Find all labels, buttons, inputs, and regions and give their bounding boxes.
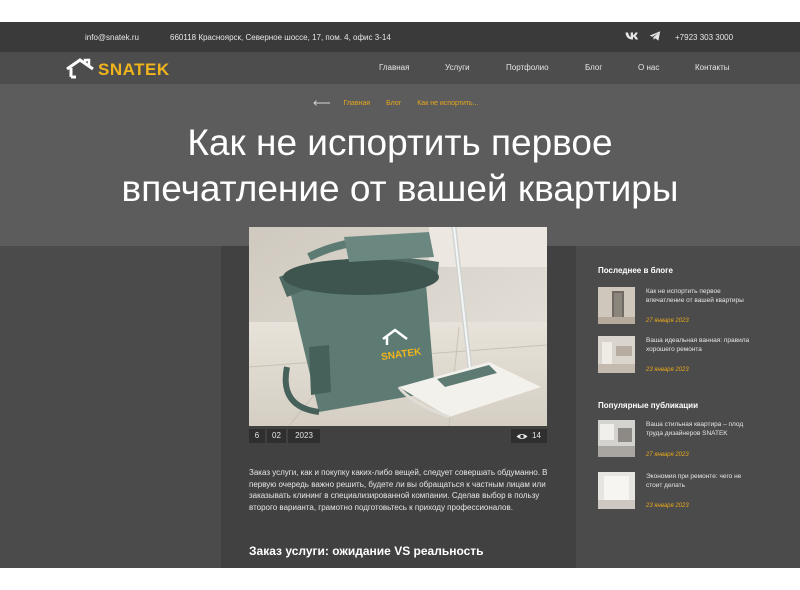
post-thumbnail[interactable] [598,420,635,457]
post-title[interactable]: Ваша идеальная ванная: правила хорошего … [646,336,750,354]
post-date: 23 января 2023 [646,503,689,509]
post-title[interactable]: Как не испортить первое впечатление от в… [646,287,750,305]
phone-link[interactable]: +7923 303 3000 [675,33,733,42]
post-title[interactable]: Экономия при ремонте: чего не стоит дела… [646,472,750,490]
nav-item-contacts[interactable]: Контакты [695,63,730,72]
nav-item-about[interactable]: О нас [638,63,659,72]
date-month: 02 [267,429,286,443]
email-link[interactable]: info@snatek.ru [85,33,139,42]
article-image: SNATEK [249,227,547,426]
post-date: 27 января 2023 [646,318,689,324]
popular-posts-heading: Популярные публикации [598,401,699,410]
nav-item-home[interactable]: Главная [379,63,409,72]
nav-item-services[interactable]: Услуги [445,63,470,72]
title-line-2: впечатление от вашей квартиры [121,168,679,209]
main-nav-bar: SNATEK Главная Услуги Портфолио Блог О н… [0,52,800,84]
hero-banner: Главная Блог Как не испортить... Как не ис… [0,84,800,246]
post-date: 27 января 2023 [646,452,689,458]
breadcrumb-blog[interactable]: Блог [386,100,401,107]
post-title[interactable]: Ваша стильная квартира – плод труда диза… [646,420,750,438]
breadcrumb-home[interactable]: Главная [343,100,370,107]
post-thumbnail[interactable] [598,336,635,373]
title-line-1: Как не испортить первое [187,122,613,163]
breadcrumb: Главная Блог Как не испортить... [0,100,800,107]
page-title: Как не испортить первое впечатление от в… [0,120,800,212]
latest-posts-heading: Последнее в блоге [598,266,673,275]
telegram-icon[interactable] [649,30,661,42]
nav-item-blog[interactable]: Блог [585,63,602,72]
date-day: 6 [249,429,265,443]
page-frame: info@snatek.ru 660118 Красноярск, Северн… [0,22,800,568]
top-bar: info@snatek.ru 660118 Красноярск, Северн… [0,22,800,52]
breadcrumb-current: Как не испортить... [417,100,479,107]
date-year: 2023 [288,429,320,443]
house-logo-icon [66,58,94,79]
views-count: 14 [532,431,541,440]
article-meta: 6 02 2023 14 [249,429,547,443]
post-date: 23 января 2023 [646,367,689,373]
logo[interactable]: SNATEK [65,57,175,79]
post-thumbnail[interactable] [598,472,635,509]
left-gutter [0,246,221,568]
arrow-left-icon[interactable] [313,100,331,106]
address-text: 660118 Красноярск, Северное шоссе, 17, п… [170,33,391,42]
views-counter: 14 [511,429,547,443]
vk-icon[interactable] [625,30,639,42]
eye-icon [516,434,528,439]
nav-item-portfolio[interactable]: Портфолио [506,63,549,72]
article-subheading: Заказ услуги: ожидание VS реальность [249,544,484,558]
logo-text: SNATEK [98,60,170,79]
article-paragraph: Заказ услуги, как и покупку каких-либо в… [249,468,548,512]
post-thumbnail[interactable] [598,287,635,324]
